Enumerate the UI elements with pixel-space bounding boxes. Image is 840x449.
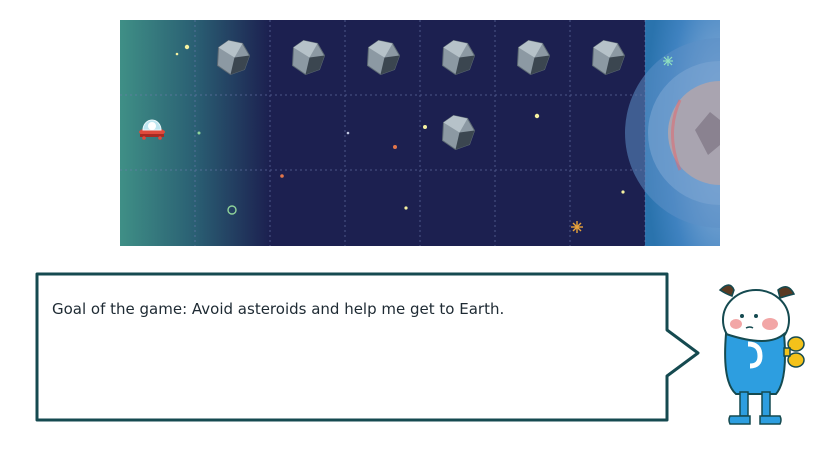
board-canvas — [120, 20, 720, 246]
speech-bubble — [35, 272, 700, 422]
dialog-text: Goal of the game: Avoid asteroids and he… — [52, 300, 505, 318]
robot-mascot-icon — [718, 284, 805, 425]
game-board — [120, 20, 720, 246]
